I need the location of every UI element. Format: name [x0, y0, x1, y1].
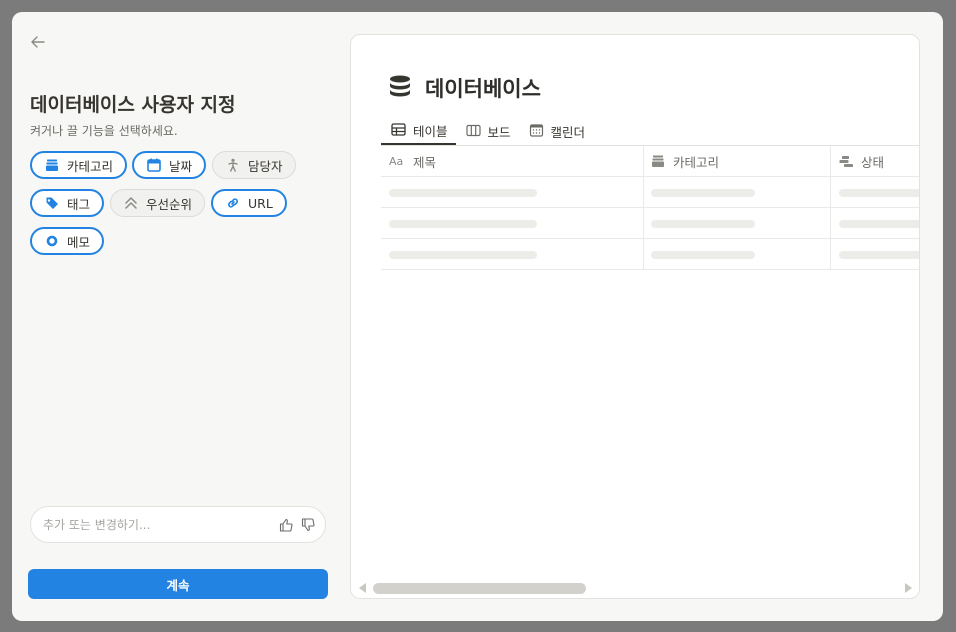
table-row[interactable] [381, 239, 919, 270]
double-chevron-up-icon [123, 195, 139, 211]
chip-priority[interactable]: 우선순위 [110, 189, 206, 217]
stack-icon [651, 153, 667, 169]
chip-label: 우선순위 [146, 196, 193, 212]
table-row[interactable] [381, 177, 919, 208]
database-title: 데이터베이스 [389, 73, 541, 103]
chip-date[interactable]: 날짜 [132, 151, 207, 179]
column-header-title[interactable]: Aa 제목 [389, 146, 436, 176]
text-aa-icon: Aa [389, 154, 404, 168]
thumbs-down-icon[interactable] [301, 517, 317, 533]
scroll-right-icon[interactable] [902, 582, 914, 594]
back-button[interactable] [28, 32, 48, 52]
calendar-icon [529, 123, 545, 139]
status-icon [839, 153, 855, 169]
view-tabs: 테이블 보드 캘린더 [381, 117, 593, 145]
database-preview: 데이터베이스 테이블 보드 캘린더 Aa 제목 카테고리 상태 [350, 34, 920, 599]
arrow-left-icon [31, 36, 45, 48]
table-row[interactable] [381, 208, 919, 239]
column-label: 제목 [413, 154, 437, 170]
chip-label: 카테고리 [67, 158, 114, 174]
column-header-category[interactable]: 카테고리 [651, 146, 719, 176]
chip-category[interactable]: 카테고리 [30, 151, 128, 179]
modal-title: 데이터베이스 사용자 지정 [30, 94, 236, 116]
chip-label: 날짜 [169, 158, 193, 174]
chip-label: 태그 [67, 196, 91, 212]
link-icon [225, 195, 241, 211]
tab-table[interactable]: 테이블 [381, 117, 456, 145]
tab-label: 캘린더 [550, 124, 586, 140]
table-header-row: Aa 제목 카테고리 상태 [381, 146, 919, 177]
person-icon [225, 157, 241, 173]
tab-calendar[interactable]: 캘린더 [519, 117, 594, 145]
circle-icon [44, 233, 60, 249]
chip-label: URL [248, 195, 273, 211]
database-icon [389, 75, 413, 101]
stack-icon [44, 157, 60, 173]
feedback-input-container [30, 506, 326, 543]
tag-icon [44, 195, 60, 211]
board-icon [465, 123, 482, 139]
continue-button[interactable]: 계속 [28, 569, 328, 599]
thumbs-up-icon[interactable] [279, 517, 295, 533]
chip-url[interactable]: URL [211, 189, 287, 217]
customize-database-modal: 데이터베이스 사용자 지정 켜거나 끌 기능을 선택하세요. 카테고리 날짜 담… [12, 12, 943, 621]
tab-board[interactable]: 보드 [456, 117, 519, 145]
calendar-icon [146, 157, 162, 173]
table-icon [391, 122, 407, 138]
horizontal-scrollbar[interactable] [355, 580, 917, 596]
chip-assignee[interactable]: 담당자 [212, 151, 296, 179]
scroll-left-icon[interactable] [357, 582, 369, 594]
tab-label: 테이블 [413, 123, 448, 139]
modal-subtitle: 켜거나 끌 기능을 선택하세요. [30, 124, 178, 138]
scrollbar-thumb[interactable] [373, 583, 586, 594]
add-or-change-input[interactable] [43, 515, 263, 535]
chip-label: 메모 [67, 234, 91, 250]
chip-tag[interactable]: 태그 [30, 189, 105, 217]
column-header-status[interactable]: 상태 [839, 146, 884, 176]
chip-memo[interactable]: 메모 [30, 227, 105, 255]
database-title-text: 데이터베이스 [425, 77, 541, 101]
table-view: Aa 제목 카테고리 상태 [381, 145, 919, 270]
column-label: 카테고리 [673, 154, 720, 170]
tab-label: 보드 [487, 124, 511, 140]
chip-label: 담당자 [248, 158, 283, 174]
column-label: 상태 [861, 154, 885, 170]
